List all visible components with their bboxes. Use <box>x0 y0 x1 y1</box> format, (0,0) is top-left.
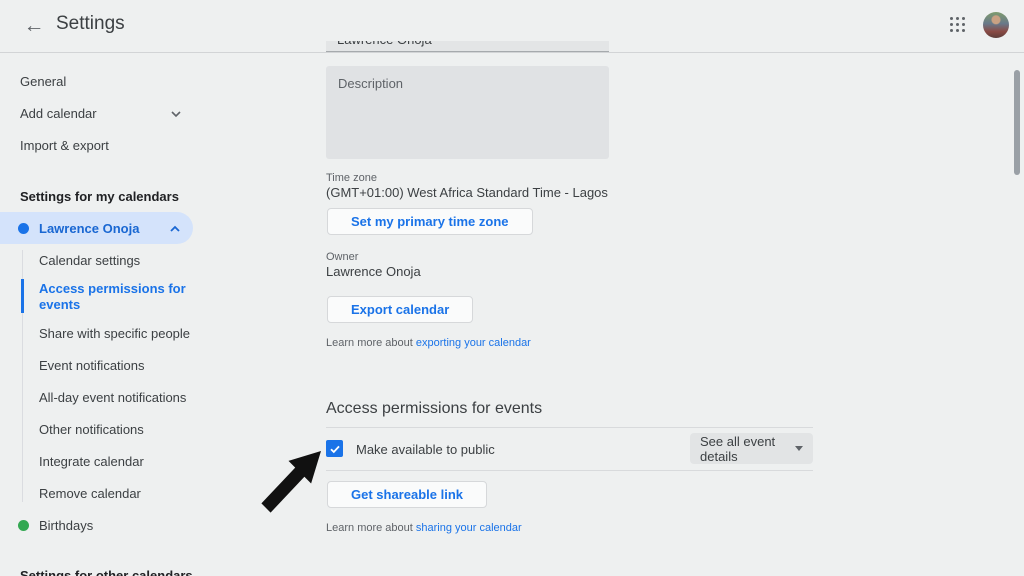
sidebar-item-add-calendar[interactable]: Add calendar <box>20 106 97 121</box>
sidebar-item-remove-calendar[interactable]: Remove calendar <box>39 486 141 502</box>
birthdays-color-dot <box>18 520 29 531</box>
sidebar-item-all-day-event-notifications[interactable]: All-day event notifications <box>39 390 186 406</box>
exporting-your-calendar-link[interactable]: exporting your calendar <box>416 337 531 349</box>
make-available-public-label: Make available to public <box>356 442 495 457</box>
sidebar-item-import-export[interactable]: Import & export <box>20 138 109 153</box>
owner-label: Owner <box>326 251 358 263</box>
learn-more-prefix: Learn more about <box>326 522 416 534</box>
sharing-your-calendar-link[interactable]: sharing your calendar <box>416 522 522 534</box>
sidebar-item-access-permissions[interactable]: Access permissions for events <box>39 281 189 313</box>
export-calendar-button[interactable]: Export calendar <box>327 296 473 323</box>
owner-value: Lawrence Onoja <box>326 264 421 279</box>
calendar-name-value: Lawrence Onoja <box>337 41 432 47</box>
event-visibility-dropdown[interactable]: See all event details <box>690 433 813 464</box>
timezone-label: Time zone <box>326 172 377 184</box>
timezone-value: (GMT+01:00) West Africa Standard Time - … <box>326 185 608 200</box>
share-learn-more-text: Learn more about sharing your calendar <box>326 522 522 534</box>
event-visibility-value: See all event details <box>700 434 787 464</box>
learn-more-prefix: Learn more about <box>326 337 416 349</box>
user-avatar[interactable] <box>983 12 1009 38</box>
divider <box>326 470 813 471</box>
dropdown-arrow-icon <box>795 446 803 451</box>
sidebar-item-integrate-calendar[interactable]: Integrate calendar <box>39 454 144 470</box>
sidebar-item-event-notifications[interactable]: Event notifications <box>39 358 145 374</box>
set-primary-timezone-button[interactable]: Set my primary time zone <box>327 208 533 235</box>
sidebar-section-other-calendars: Settings for other calendars <box>20 568 193 576</box>
page-title: Settings <box>56 13 125 35</box>
sidebar-item-lawrence-onoja[interactable]: Lawrence Onoja <box>39 221 139 236</box>
export-learn-more-text: Learn more about exporting your calendar <box>326 337 531 349</box>
calendar-color-dot <box>18 223 29 234</box>
sidebar-rail-active-indicator <box>21 279 24 313</box>
sidebar-item-calendar-settings[interactable]: Calendar settings <box>39 253 140 269</box>
make-available-public-checkbox[interactable] <box>326 440 343 457</box>
calendar-name-field[interactable]: Lawrence Onoja <box>326 41 609 52</box>
sidebar-item-share-specific-people[interactable]: Share with specific people <box>39 326 190 342</box>
divider <box>326 427 813 428</box>
get-shareable-link-button[interactable]: Get shareable link <box>327 481 487 508</box>
chevron-up-icon[interactable] <box>169 223 181 235</box>
sidebar-item-general[interactable]: General <box>20 74 66 89</box>
access-permissions-heading: Access permissions for events <box>326 400 542 418</box>
checkmark-icon <box>329 443 341 455</box>
vertical-scrollbar-thumb[interactable] <box>1014 70 1020 175</box>
back-arrow-icon[interactable]: ← <box>18 11 50 43</box>
description-input[interactable]: Description <box>326 66 609 159</box>
sidebar-item-other-notifications[interactable]: Other notifications <box>39 422 144 438</box>
chevron-down-icon[interactable] <box>170 108 182 120</box>
sidebar-item-birthdays[interactable]: Birthdays <box>39 518 93 534</box>
sidebar-section-my-calendars: Settings for my calendars <box>20 189 179 204</box>
google-apps-grid-icon[interactable] <box>950 17 967 34</box>
